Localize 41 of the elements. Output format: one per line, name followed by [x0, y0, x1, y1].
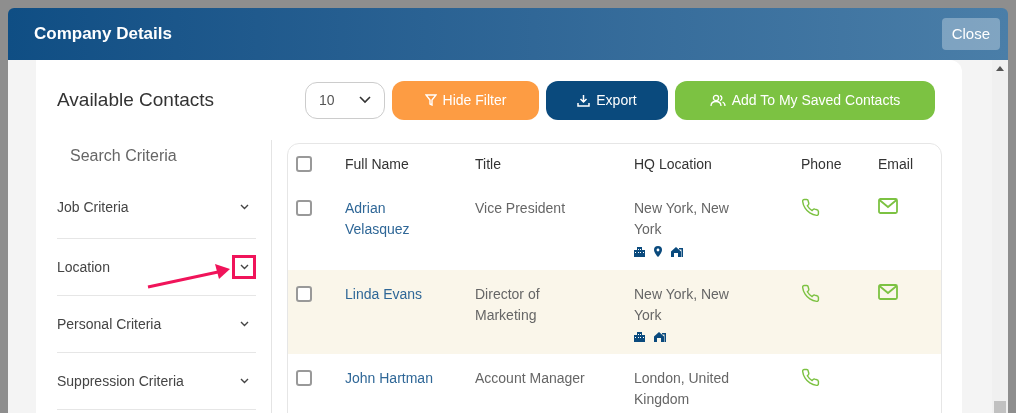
- phone-icon[interactable]: [801, 198, 820, 217]
- modal-title: Company Details: [34, 23, 172, 46]
- contact-name-link[interactable]: Adrian Velasquez: [345, 198, 435, 240]
- scrollbar[interactable]: [992, 60, 1008, 413]
- email-icon[interactable]: [878, 284, 898, 300]
- hq-location: New York, New York: [634, 199, 730, 239]
- criteria-label[interactable]: Suppression Criteria: [57, 370, 184, 392]
- chevron-down-icon[interactable]: [239, 378, 249, 384]
- column-header: HQ Location: [634, 155, 712, 172]
- section-heading: Available Contacts: [57, 87, 216, 112]
- column-header: Title: [475, 155, 501, 172]
- hq-location: London, United Kingdom: [634, 369, 730, 409]
- download-icon: [577, 93, 591, 107]
- checkbox[interactable]: [296, 200, 312, 216]
- chevron-down-icon: [359, 96, 371, 104]
- criteria-label[interactable]: Job Criteria: [57, 196, 129, 218]
- job-title: Vice President: [475, 200, 565, 216]
- criteria-label[interactable]: Location: [57, 256, 110, 278]
- column-header: Phone: [801, 155, 842, 172]
- chevron-down-icon[interactable]: [239, 321, 249, 327]
- checkbox[interactable]: [296, 286, 312, 302]
- sidebar-title: Search Criteria: [69, 146, 178, 166]
- page-size-select[interactable]: 10: [305, 81, 385, 119]
- users-icon: [709, 93, 726, 107]
- hq-location: New York, New York: [634, 285, 730, 325]
- column-header: Full Name: [345, 155, 409, 172]
- email-icon[interactable]: [878, 198, 898, 214]
- phone-icon[interactable]: [801, 284, 820, 303]
- checkbox[interactable]: [296, 370, 312, 386]
- contact-name-link[interactable]: Linda Evans: [345, 284, 435, 305]
- filter-icon: [424, 94, 437, 106]
- export-button[interactable]: Export: [546, 80, 668, 120]
- chevron-down-icon[interactable]: [239, 264, 249, 270]
- chevron-down-icon[interactable]: [239, 204, 249, 210]
- contact-name-link[interactable]: John Hartman: [345, 368, 435, 389]
- criteria-label[interactable]: Personal Criteria: [57, 313, 162, 335]
- job-title: Director of Marketing: [475, 286, 540, 323]
- checkbox[interactable]: [296, 156, 312, 172]
- phone-icon[interactable]: [801, 368, 820, 387]
- column-header: Email: [878, 155, 913, 172]
- job-title: Account Manager: [475, 370, 585, 386]
